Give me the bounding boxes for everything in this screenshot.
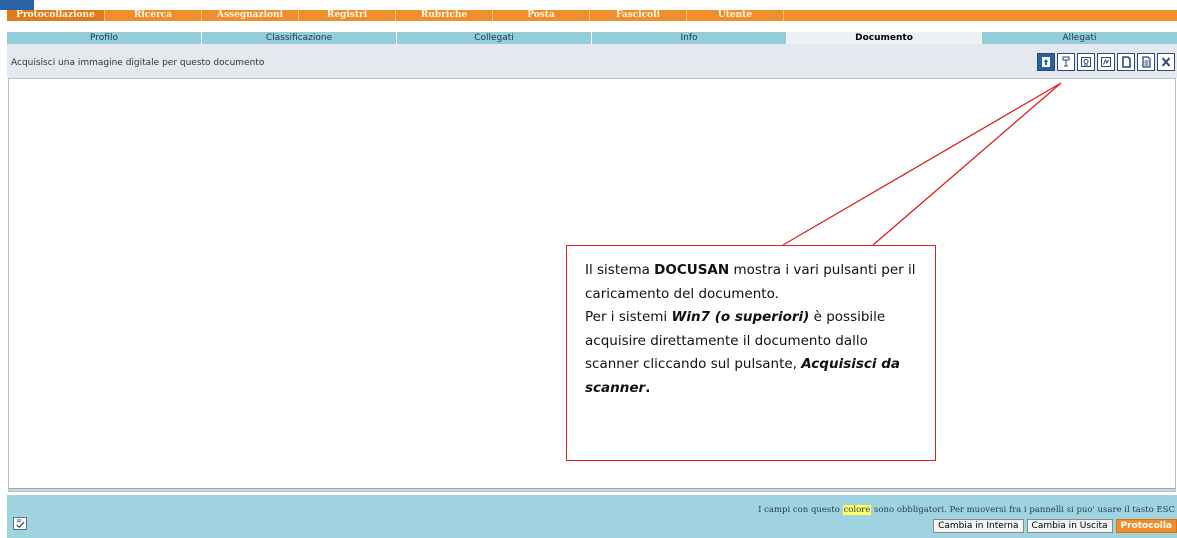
callout-paragraph-1: Il sistema DOCUSAN mostra i vari pulsant…	[585, 259, 917, 306]
spellcheck-icon[interactable]	[13, 517, 27, 530]
menu-bar-filler	[784, 10, 1177, 21]
webcam-icon[interactable]	[1077, 53, 1095, 71]
callout-p2-bold-italic: Win7 (o superiori)	[671, 309, 810, 325]
viewer-bottom-border	[9, 488, 1175, 491]
new-page-icon[interactable]	[1117, 53, 1135, 71]
panel-tab-bar: Profilo Classificazione Collegati Info D…	[7, 31, 1177, 44]
document-toolbar	[1037, 53, 1175, 71]
tab-info[interactable]: Info	[592, 32, 787, 44]
annotation-callout: Il sistema DOCUSAN mostra i vari pulsant…	[566, 245, 936, 461]
note-pre: I campi con questo	[758, 505, 843, 515]
menu-item-registri[interactable]: Registri	[299, 10, 396, 21]
menu-item-protocollazione[interactable]: Protocollazione	[7, 10, 105, 21]
tab-allegati[interactable]: Allegati	[982, 32, 1177, 44]
callout-p2-pre: Per i sistemi	[585, 309, 672, 325]
note-post: sono obbligatori. Per muoversi fra i pan…	[871, 505, 1175, 515]
mandatory-fields-note: I campi con questo colore sono obbligato…	[758, 505, 1175, 515]
pdf-icon[interactable]	[1097, 53, 1115, 71]
tab-documento[interactable]: Documento	[787, 32, 982, 44]
tab-profilo[interactable]: Profilo	[7, 32, 202, 44]
footer-buttons: Cambia in Interna Cambia in Uscita Proto…	[933, 519, 1177, 533]
callout-p1-pre: Il sistema	[585, 262, 655, 278]
upload-icon[interactable]	[1037, 53, 1055, 71]
document-icon[interactable]	[1137, 53, 1155, 71]
tab-classificazione[interactable]: Classificazione	[202, 32, 397, 44]
menu-item-ricerca[interactable]: Ricerca	[105, 10, 202, 21]
callout-p2-end: .	[645, 379, 651, 396]
close-icon[interactable]	[1157, 53, 1175, 71]
note-colore: colore	[842, 505, 872, 515]
callout-p1-bold: DOCUSAN	[654, 262, 730, 278]
cambia-in-interna-button[interactable]: Cambia in Interna	[933, 519, 1024, 533]
main-menu-bar: Protocollazione Ricerca Assegnazioni Reg…	[7, 10, 1177, 21]
tab-collegati[interactable]: Collegati	[397, 32, 592, 44]
scanner-icon[interactable]	[1057, 53, 1075, 71]
menu-item-assegnazioni[interactable]: Assegnazioni	[202, 10, 299, 21]
menu-item-utente[interactable]: Utente	[687, 10, 784, 21]
acquire-hint-text: Acquisisci una immagine digitale per que…	[11, 58, 265, 68]
document-subbar: Acquisisci una immagine digitale per que…	[7, 44, 1177, 78]
cambia-in-uscita-button[interactable]: Cambia in Uscita	[1026, 519, 1113, 533]
footer-bar: I campi con questo colore sono obbligato…	[7, 495, 1177, 538]
app-corner-tab	[0, 0, 34, 10]
menu-item-posta[interactable]: Posta	[493, 10, 590, 21]
menu-item-rubriche[interactable]: Rubriche	[396, 10, 493, 21]
menu-item-fascicoli[interactable]: Fascicoli	[590, 10, 687, 21]
protocolla-button[interactable]: Protocolla	[1115, 519, 1177, 533]
callout-paragraph-2: Per i sistemi Win7 (o superiori) è possi…	[585, 306, 917, 400]
